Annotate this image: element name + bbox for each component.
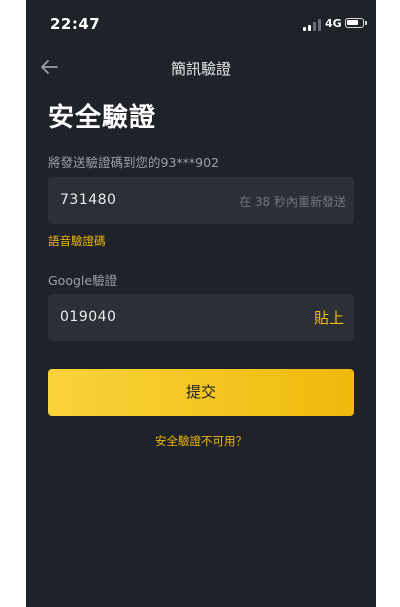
page-heading: 安全驗證 (48, 103, 157, 133)
resend-countdown: 在 38 秒內重新發送 (239, 195, 346, 209)
status-bar: 22:47 4G (26, 0, 376, 46)
google-code-value[interactable]: 019040 (60, 309, 116, 325)
voice-code-link[interactable]: 語音驗證碼 (48, 233, 106, 249)
sms-code-field[interactable]: 731480 在 38 秒內重新發送 (48, 177, 354, 224)
google-code-field[interactable]: 019040 貼上 (48, 294, 354, 341)
submit-button[interactable]: 提交 (48, 369, 354, 416)
nav-title: 簡訊驗證 (170, 60, 231, 78)
battery-icon (345, 18, 367, 28)
google-code-label: Google驗證 (48, 273, 118, 288)
sms-code-value[interactable]: 731480 (60, 192, 116, 208)
signal-icon (303, 19, 323, 31)
phone-screen: 22:47 4G 簡訊驗證 安全驗證 將發送驗證碼到您的93***902 731… (26, 0, 376, 607)
status-time: 22:47 (50, 15, 101, 33)
security-unavailable-link[interactable]: 安全驗證不可用？ (26, 433, 376, 449)
paste-button[interactable]: 貼上 (314, 307, 344, 328)
sms-code-label: 將發送驗證碼到您的93***902 (48, 155, 220, 170)
network-type: 4G (325, 17, 342, 30)
